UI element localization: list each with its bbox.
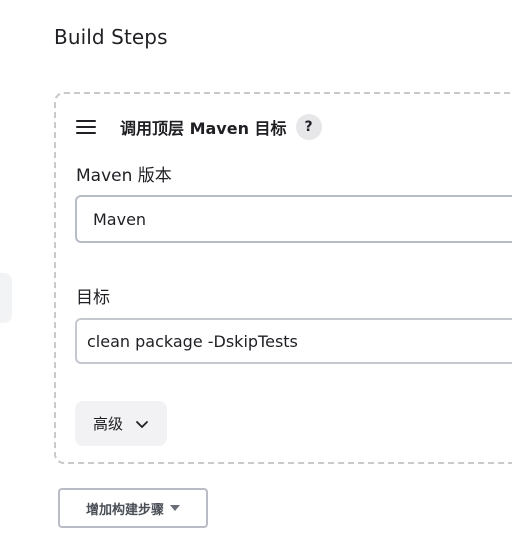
advanced-label: 高级 (92, 415, 123, 433)
maven-version-label: Maven 版本 (76, 166, 172, 186)
maven-version-value: Maven (93, 209, 147, 229)
caret-down-icon (170, 505, 180, 511)
step-header: 调用顶层 Maven 目标 ? (76, 113, 322, 141)
build-steps-page: Build Steps 调用顶层 Maven 目标 ? Maven 版本 Mav… (0, 0, 512, 556)
step-title: 调用顶层 Maven 目标 (120, 119, 287, 138)
section-title: Build Steps (54, 25, 168, 49)
chevron-down-icon (136, 420, 148, 428)
advanced-button[interactable]: 高级 (75, 401, 167, 446)
help-button[interactable]: ? (295, 114, 322, 140)
goals-input[interactable] (75, 318, 512, 364)
side-panel-edge (0, 273, 12, 323)
goals-label: 目标 (76, 288, 110, 308)
maven-version-select[interactable]: Maven (75, 195, 512, 243)
add-build-step-label: 增加构建步骤 (85, 502, 164, 518)
add-build-step-button[interactable]: 增加构建步骤 (58, 488, 208, 528)
drag-handle-icon[interactable] (76, 120, 96, 134)
